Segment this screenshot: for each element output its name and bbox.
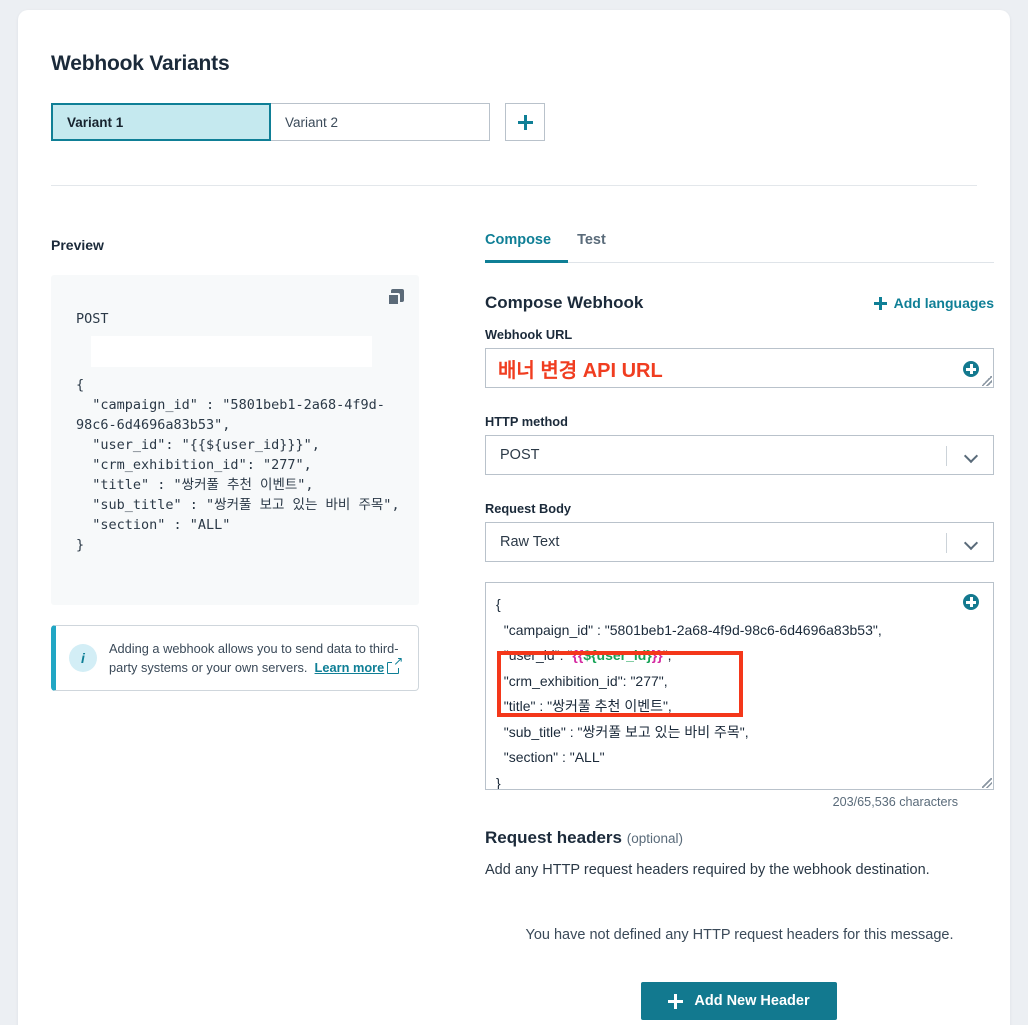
webhook-url-label: Webhook URL (485, 327, 573, 342)
chevron-down-icon (963, 535, 979, 551)
tab-compose[interactable]: Compose (485, 232, 551, 262)
webhook-url-value: 배너 변경 API URL (498, 359, 663, 382)
page-title: Webhook Variants (51, 52, 230, 75)
http-method-value: POST (500, 447, 540, 463)
request-body-type-value: Raw Text (500, 534, 560, 550)
tab-active-indicator (485, 260, 568, 263)
body-token-close-brace: }} (651, 647, 663, 663)
body-line-6: "sub_title" : "쌍커풀 보고 있는 바비 주목", (496, 723, 749, 740)
add-variant-button[interactable] (505, 103, 545, 141)
request-headers-description: Add any HTTP request headers required by… (485, 862, 930, 878)
request-body-content: { "campaign_id" : "5801beb1-2a68-4f9d-98… (496, 592, 966, 790)
page-root: Webhook Variants Variant 1 Variant 2 Pre… (0, 0, 1028, 1025)
preview-method: POST (76, 311, 109, 327)
body-line-4: "crm_exhibition_id": "277", (496, 672, 668, 689)
header-divider (51, 185, 977, 186)
circle-plus-icon[interactable] (963, 594, 979, 610)
variant-tab-1-label: Variant 1 (67, 114, 124, 130)
info-banner: i Adding a webhook allows you to send da… (51, 625, 419, 691)
request-body-label: Request Body (485, 501, 572, 516)
plus-icon (873, 296, 887, 310)
body-token-variable: ${user_id} (583, 647, 652, 663)
body-line-3-suffix: ", (662, 647, 672, 663)
tab-test[interactable]: Test (577, 232, 606, 262)
chevron-down-icon (963, 448, 979, 464)
info-icon: i (69, 644, 97, 672)
body-line-2: "campaign_id" : "5801beb1-2a68-4f9d-98c6… (496, 621, 882, 638)
preview-url-field (91, 336, 372, 367)
preview-body: { "campaign_id" : "5801beb1-2a68-4f9d-98… (76, 377, 400, 553)
resize-grip[interactable] (982, 778, 992, 788)
request-headers-empty-message: You have not defined any HTTP request he… (525, 927, 954, 943)
body-line-8: } (496, 774, 501, 790)
tabs-underline (485, 260, 994, 263)
variant-tab-2-label: Variant 2 (285, 114, 339, 130)
learn-more-label: Learn more (314, 660, 385, 675)
add-languages-label: Add languages (893, 295, 994, 311)
add-languages-button[interactable]: Add languages (873, 295, 994, 311)
http-method-select[interactable]: POST (485, 435, 994, 475)
body-token-open-brace: {{ (572, 647, 584, 663)
request-headers-optional: (optional) (626, 831, 684, 846)
variant-tab-1[interactable]: Variant 1 (51, 103, 271, 141)
circle-plus-icon[interactable] (963, 361, 979, 377)
request-body-textarea[interactable]: { "campaign_id" : "5801beb1-2a68-4f9d-98… (485, 582, 994, 790)
body-line-7: "section" : "ALL" (496, 749, 605, 765)
plus-icon (668, 993, 684, 1009)
compose-test-tabs: Compose Test (485, 232, 994, 263)
preview-label: Preview (51, 237, 104, 253)
learn-more-link[interactable]: Learn more (315, 660, 385, 675)
plus-icon (517, 114, 533, 130)
body-line-3-prefix: "user_id": " (496, 647, 573, 663)
add-new-header-button[interactable]: Add New Header (641, 982, 837, 1020)
request-headers-title: Request headers (485, 828, 622, 847)
compose-heading: Compose Webhook (485, 293, 644, 312)
add-new-header-label: Add New Header (694, 993, 810, 1009)
body-line-5: "title" : "쌍커풀 추천 이벤트", (496, 698, 672, 714)
info-banner-text: Adding a webhook allows you to send data… (109, 639, 408, 677)
body-line-1: { (496, 596, 501, 612)
external-link-icon (387, 655, 403, 674)
compose-header: Compose Webhook Add languages (485, 293, 994, 313)
character-counter: 203/65,536 characters (832, 795, 958, 809)
copy-icon[interactable] (387, 289, 405, 307)
webhook-variants-card: Webhook Variants Variant 1 Variant 2 Pre… (18, 10, 1010, 1025)
variant-tab-2[interactable]: Variant 2 (270, 103, 490, 141)
http-method-label: HTTP method (485, 414, 568, 429)
request-headers-heading: Request headers (optional) (485, 828, 683, 848)
request-body-type-select[interactable]: Raw Text (485, 522, 994, 562)
preview-code-box: POST { "campaign_id" : "5801beb1-2a68-4f… (51, 275, 419, 605)
webhook-url-field[interactable]: 배너 변경 API URL (485, 348, 994, 388)
resize-grip[interactable] (982, 376, 992, 386)
variant-tab-group: Variant 1 Variant 2 (51, 103, 545, 141)
